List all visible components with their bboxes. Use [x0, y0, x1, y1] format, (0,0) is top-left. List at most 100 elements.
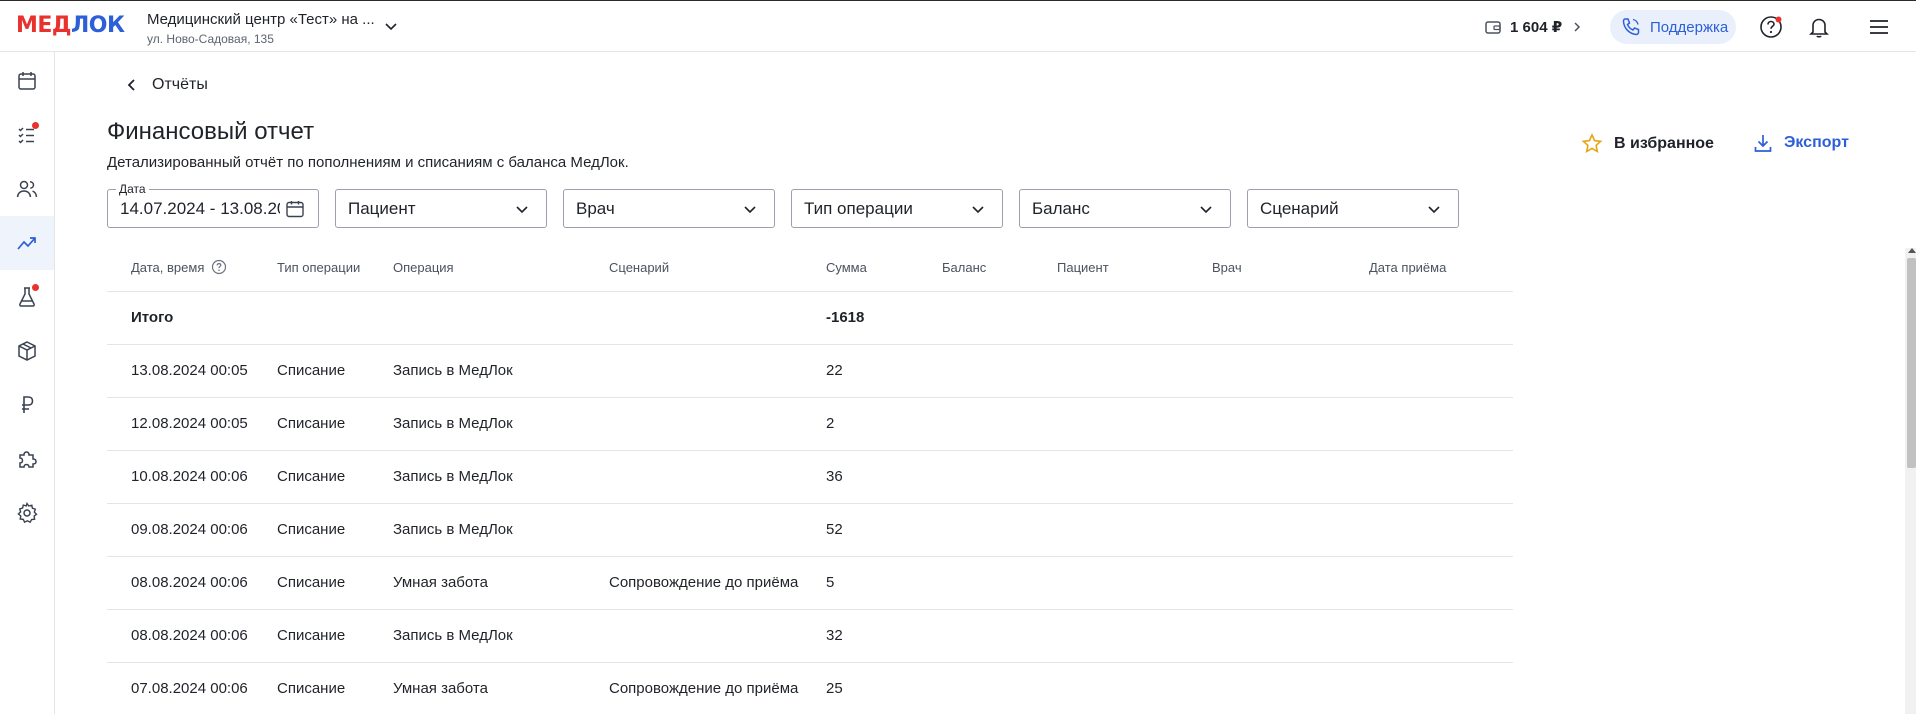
- doctor-select[interactable]: Врач: [563, 189, 775, 228]
- cell-scenario: Сопровождение до приёма: [609, 574, 799, 591]
- logo-part-2: ЛОК: [71, 13, 125, 38]
- table-row[interactable]: 10.08.2024 00:06 Списание Запись в МедЛо…: [107, 451, 1513, 504]
- export-button[interactable]: Экспорт: [1752, 132, 1849, 154]
- bell-icon[interactable]: [1806, 14, 1832, 40]
- star-icon: [1581, 133, 1603, 153]
- operation-type-select-label: Тип операции: [804, 199, 913, 218]
- column-header-operation-type[interactable]: Тип операции: [277, 260, 360, 275]
- cell-operation: Запись в МедЛок: [393, 521, 513, 538]
- sidebar: [0, 52, 55, 714]
- financial-report-table: Дата, время Тип операции Операция Сценар…: [107, 246, 1513, 714]
- users-icon: [16, 180, 38, 198]
- page-title: Финансовый отчет: [107, 118, 315, 145]
- total-sum: -1618: [826, 309, 865, 326]
- column-header-scenario[interactable]: Сценарий: [609, 260, 669, 275]
- cell-sum: 5: [826, 574, 835, 591]
- cell-operation: Запись в МедЛок: [393, 627, 513, 644]
- date-range-input[interactable]: Дата 14.07.2024 - 13.08.2024: [107, 182, 319, 228]
- back-link[interactable]: Отчёты: [124, 76, 208, 94]
- patient-select[interactable]: Пациент: [335, 189, 547, 228]
- operation-type-select[interactable]: Тип операции: [791, 189, 1003, 228]
- sidebar-item-analytics[interactable]: [0, 216, 54, 270]
- calendar-icon[interactable]: [284, 198, 306, 220]
- column-header-doctor[interactable]: Врач: [1212, 260, 1242, 275]
- table-row[interactable]: 07.08.2024 00:06 Списание Умная забота С…: [107, 663, 1513, 714]
- column-header-patient[interactable]: Пациент: [1057, 260, 1109, 275]
- cell-sum: 36: [826, 468, 843, 485]
- chevron-left-icon: [127, 79, 135, 91]
- cell-sum: 22: [826, 362, 843, 379]
- logo[interactable]: МЕДЛОК: [16, 13, 125, 38]
- cell-operation-type: Списание: [277, 627, 346, 644]
- cell-operation-type: Списание: [277, 415, 346, 432]
- chevron-right-icon: [1574, 22, 1581, 32]
- table-row[interactable]: 12.08.2024 00:05 Списание Запись в МедЛо…: [107, 398, 1513, 451]
- column-header-balance[interactable]: Баланс: [942, 260, 986, 275]
- table-header: Дата, время Тип операции Операция Сценар…: [107, 246, 1513, 292]
- column-header-datetime[interactable]: Дата, время: [131, 260, 204, 275]
- table-row[interactable]: 13.08.2024 00:05 Списание Запись в МедЛо…: [107, 345, 1513, 398]
- column-header-appointment-date[interactable]: Дата приёма: [1369, 260, 1446, 275]
- cell-operation: Умная забота: [393, 574, 488, 591]
- total-label: Итого: [131, 309, 174, 326]
- cell-sum: 52: [826, 521, 843, 538]
- add-to-favorites-button[interactable]: В избранное: [1580, 132, 1714, 156]
- cell-sum: 32: [826, 627, 843, 644]
- chevron-down-icon: [1200, 206, 1212, 214]
- chevron-down-icon: [744, 206, 756, 214]
- table-row[interactable]: 08.08.2024 00:06 Списание Умная забота С…: [107, 557, 1513, 610]
- top-bar: МЕДЛОК Медицинский центр «Тест» на ... у…: [0, 0, 1916, 52]
- cell-operation-type: Списание: [277, 468, 346, 485]
- question-circle-icon[interactable]: [211, 259, 227, 275]
- table-row-total: Итого -1618: [107, 292, 1513, 345]
- puzzle-icon: [19, 451, 37, 468]
- sidebar-item-integrations[interactable]: [0, 432, 54, 486]
- scroll-up-arrow[interactable]: [1908, 248, 1916, 253]
- table-row[interactable]: 08.08.2024 00:06 Списание Запись в МедЛо…: [107, 610, 1513, 663]
- favorites-label: В избранное: [1614, 135, 1714, 152]
- scenario-select-label: Сценарий: [1260, 199, 1339, 218]
- sidebar-item-lab[interactable]: [0, 270, 54, 324]
- sidebar-item-finance[interactable]: [0, 378, 54, 432]
- cell-datetime: 08.08.2024 00:06: [131, 627, 248, 644]
- clinic-selector[interactable]: Медицинский центр «Тест» на ... ул. Ново…: [147, 11, 375, 47]
- cell-datetime: 09.08.2024 00:06: [131, 521, 248, 538]
- export-label: Экспорт: [1784, 134, 1849, 151]
- cell-operation: Запись в МедЛок: [393, 362, 513, 379]
- balance-widget[interactable]: 1 604 ₽: [1484, 14, 1584, 40]
- sidebar-item-settings[interactable]: [0, 486, 54, 540]
- back-label: Отчёты: [152, 76, 208, 93]
- cell-operation: Запись в МедЛок: [393, 415, 513, 432]
- cell-datetime: 07.08.2024 00:06: [131, 680, 248, 697]
- scenario-select[interactable]: Сценарий: [1247, 189, 1459, 228]
- hamburger-menu-icon[interactable]: [1866, 14, 1892, 40]
- sidebar-item-calendar[interactable]: [0, 54, 54, 108]
- settings-icon: [17, 501, 38, 524]
- scrollbar-thumb[interactable]: [1907, 258, 1916, 468]
- cell-sum: 25: [826, 680, 843, 697]
- date-range-value: 14.07.2024 - 13.08.2024: [120, 199, 280, 218]
- analytics-icon: [17, 237, 36, 250]
- date-legend: Дата: [116, 182, 149, 196]
- cell-operation-type: Списание: [277, 574, 346, 591]
- balance-select[interactable]: Баланс: [1019, 189, 1231, 228]
- support-label: Поддержка: [1650, 18, 1729, 36]
- chevron-down-icon: [1428, 206, 1440, 214]
- notification-badge: [32, 122, 39, 129]
- sidebar-item-tasks[interactable]: [0, 108, 54, 162]
- help-icon[interactable]: [1758, 14, 1784, 40]
- ruble-icon: [22, 396, 34, 413]
- patient-select-label: Пациент: [348, 199, 416, 218]
- table-row[interactable]: 09.08.2024 00:06 Списание Запись в МедЛо…: [107, 504, 1513, 557]
- clinic-address: ул. Ново-Садовая, 135: [147, 32, 274, 46]
- support-button[interactable]: Поддержка: [1610, 10, 1736, 44]
- chevron-down-icon: [516, 206, 528, 214]
- chevron-down-icon[interactable]: [383, 18, 399, 34]
- sidebar-item-patients[interactable]: [0, 162, 54, 216]
- cell-operation: Умная забота: [393, 680, 488, 697]
- column-header-operation[interactable]: Операция: [393, 260, 454, 275]
- column-header-sum[interactable]: Сумма: [826, 260, 867, 275]
- cell-operation-type: Списание: [277, 362, 346, 379]
- sidebar-item-products[interactable]: [0, 324, 54, 378]
- cell-operation: Запись в МедЛок: [393, 468, 513, 485]
